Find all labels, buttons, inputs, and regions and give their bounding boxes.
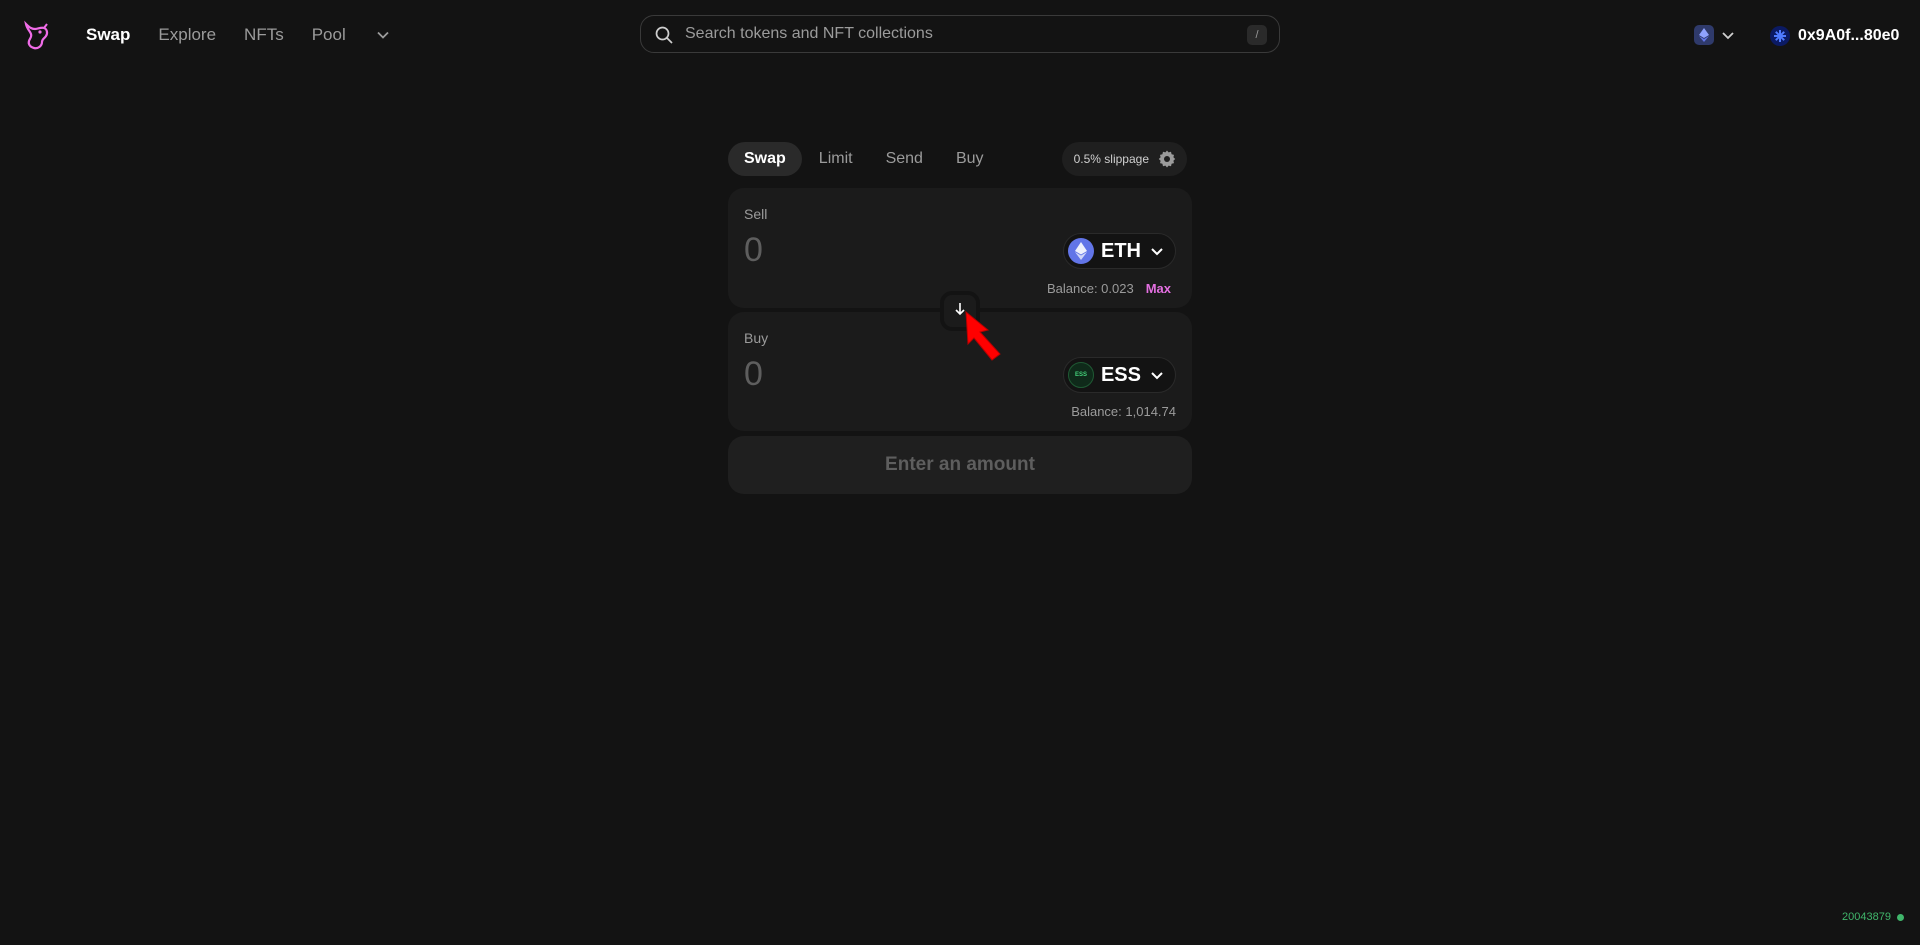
tab-buy[interactable]: Buy [940,142,1000,176]
cursor-arrow [962,310,1008,362]
sell-token-symbol: ETH [1101,239,1141,262]
sell-panel: Sell ETH Balance: 0.023 Max [728,188,1192,308]
nav-item-swap[interactable]: Swap [86,22,130,48]
buy-balance: Balance: 1,014.74 [1071,404,1176,419]
sell-balance: Balance: 0.023 [1046,281,1134,296]
ess-logo-text: ESS [1074,372,1087,378]
account-button[interactable]: 0x9A0f...80e0 [1770,24,1899,48]
status-dot [1897,913,1904,921]
tab-limit[interactable]: Limit [803,142,869,176]
ethereum-icon [1694,25,1714,45]
search-shortcut-badge: / [1247,25,1267,45]
tab-send[interactable]: Send [870,142,939,176]
sell-amount-input[interactable] [744,228,1004,272]
wallet-address: 0x9A0f...80e0 [1798,27,1900,44]
buy-label: Buy [744,330,769,346]
avatar-icon [1770,26,1790,46]
network-selector[interactable] [1694,24,1736,46]
chevron-down-icon [1720,27,1736,43]
nav-item-nfts[interactable]: NFTs [244,22,284,48]
sell-balance-row: Balance: 0.023 Max [1047,281,1176,296]
ethereum-icon [1068,238,1094,264]
block-number: 20043879 [1842,911,1891,923]
tab-swap[interactable]: Swap [728,142,802,176]
chevron-down-icon [1149,367,1165,383]
slippage-settings-button[interactable]: 0.5% slippage [1061,142,1187,176]
block-number-indicator: 20043879 [1842,911,1904,923]
max-button[interactable]: Max [1146,281,1171,296]
slippage-label: 0.5% slippage [1073,152,1149,166]
enter-amount-button[interactable]: Enter an amount [728,436,1192,494]
top-navigation-bar: Swap Explore NFTs Pool / 0x9A0f...80e0 [0,0,1920,70]
nav-item-pool[interactable]: Pool [312,22,346,48]
swap-mode-tabs: Swap Limit Send Buy 0.5% slippage [728,142,1190,176]
search-bar[interactable]: / [640,15,1280,53]
nav-item-explore[interactable]: Explore [158,22,216,48]
sell-token-selector[interactable]: ETH [1063,233,1176,269]
sell-label: Sell [744,206,768,222]
gear-icon [1157,149,1177,169]
buy-token-selector[interactable]: ESS ESS [1062,357,1176,393]
buy-balance-row: Balance: 1,014.74 [1071,404,1176,419]
search-input[interactable] [685,16,1225,52]
ess-token-icon: ESS [1067,362,1094,388]
search-icon [654,25,674,45]
main-nav: Swap Explore NFTs Pool [86,22,392,48]
chevron-down-icon [1149,243,1165,259]
nav-more-chevron-down-icon[interactable] [374,22,392,48]
buy-token-symbol: ESS [1100,363,1141,386]
uniswap-logo[interactable] [20,20,52,52]
